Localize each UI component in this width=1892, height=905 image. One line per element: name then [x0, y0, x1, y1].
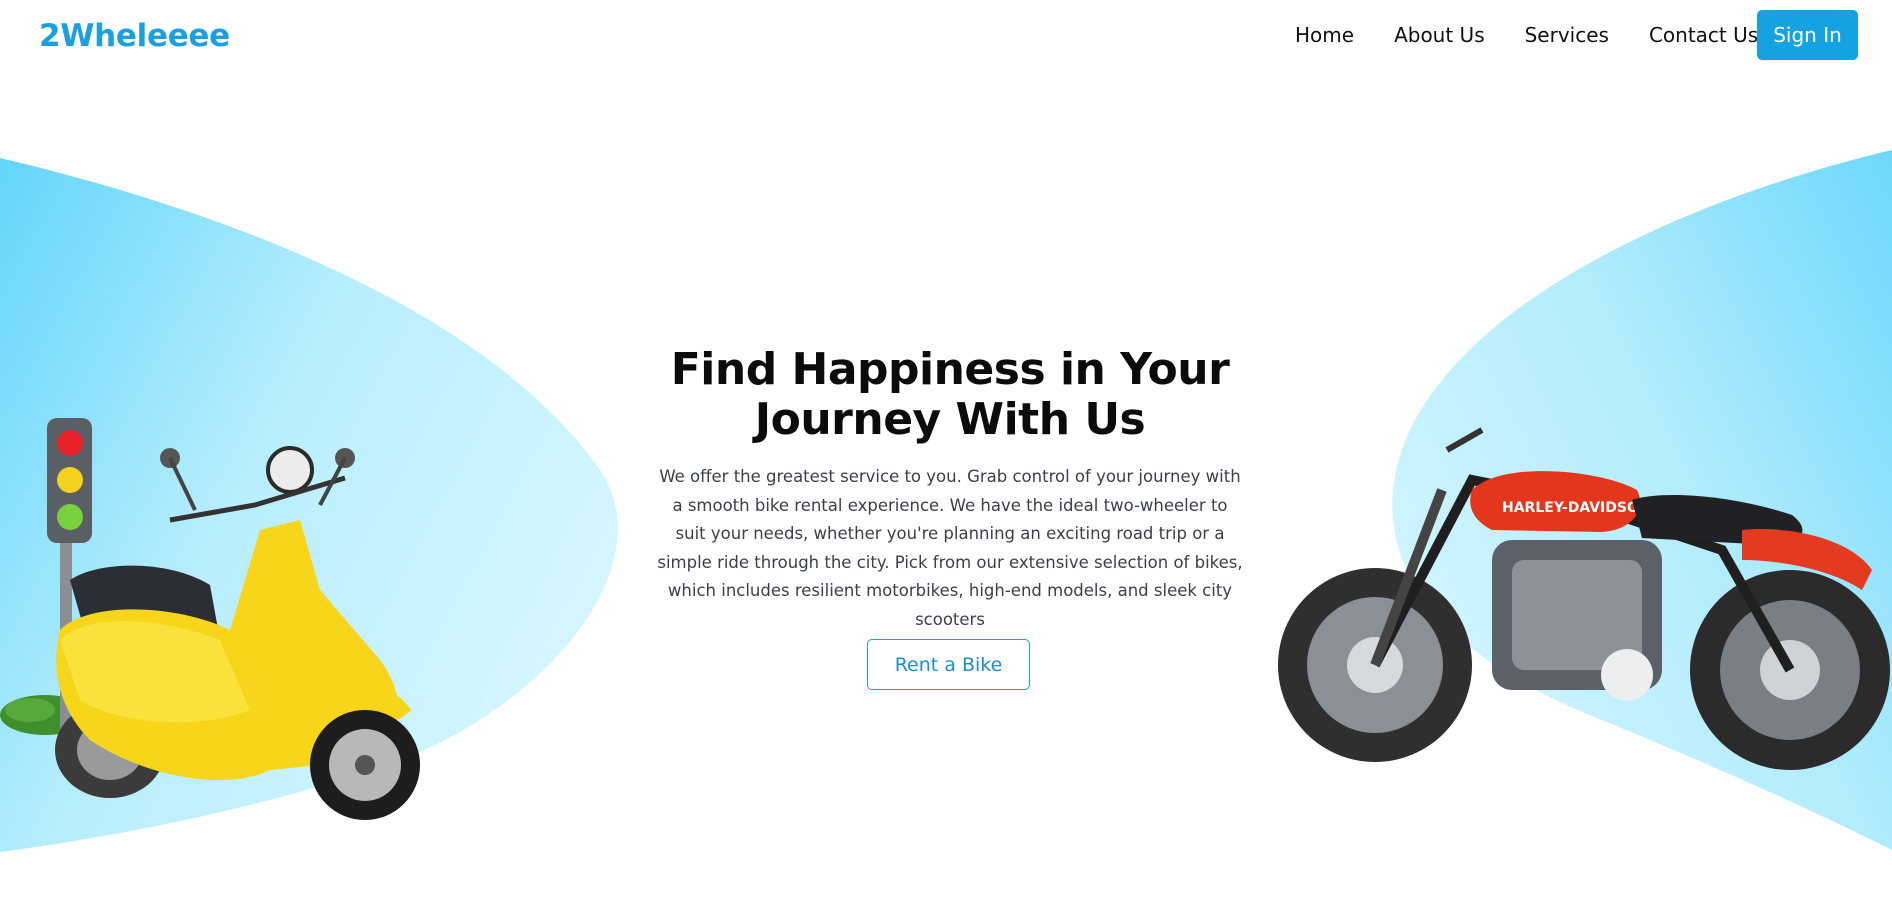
- signin-button[interactable]: Sign In: [1757, 10, 1858, 60]
- nav-home-link[interactable]: Home: [1295, 23, 1354, 47]
- hero-title: Find Happiness in Your Journey With Us: [640, 345, 1260, 445]
- nav-contact-link[interactable]: Contact Us: [1649, 23, 1758, 47]
- nav-services-link[interactable]: Services: [1525, 23, 1609, 47]
- hero-title-line2: Journey With Us: [754, 394, 1146, 445]
- hero-description: We offer the greatest service to you. Gr…: [657, 467, 1243, 629]
- nav-about-link[interactable]: About Us: [1394, 23, 1485, 47]
- tank-brand-text: HARLEY-DAVIDSON: [1502, 500, 1651, 516]
- yellow-scooter-image: [0, 418, 420, 820]
- hero-section: Find Happiness in Your Journey With Us W…: [640, 345, 1260, 634]
- nav-links: Home About Us Services Contact Us: [1295, 23, 1798, 47]
- hero-title-line1: Find Happiness in Your: [670, 344, 1230, 395]
- landing-page: 2Wheleeee Home About Us Services Contact…: [0, 0, 1892, 905]
- rent-bike-button[interactable]: Rent a Bike: [867, 639, 1030, 690]
- red-motorcycle-image: HARLEY-DAVIDSON: [1278, 427, 1890, 770]
- navbar: 2Wheleeee Home About Us Services Contact…: [0, 0, 1892, 72]
- brand-logo[interactable]: 2Wheleeee: [39, 18, 230, 54]
